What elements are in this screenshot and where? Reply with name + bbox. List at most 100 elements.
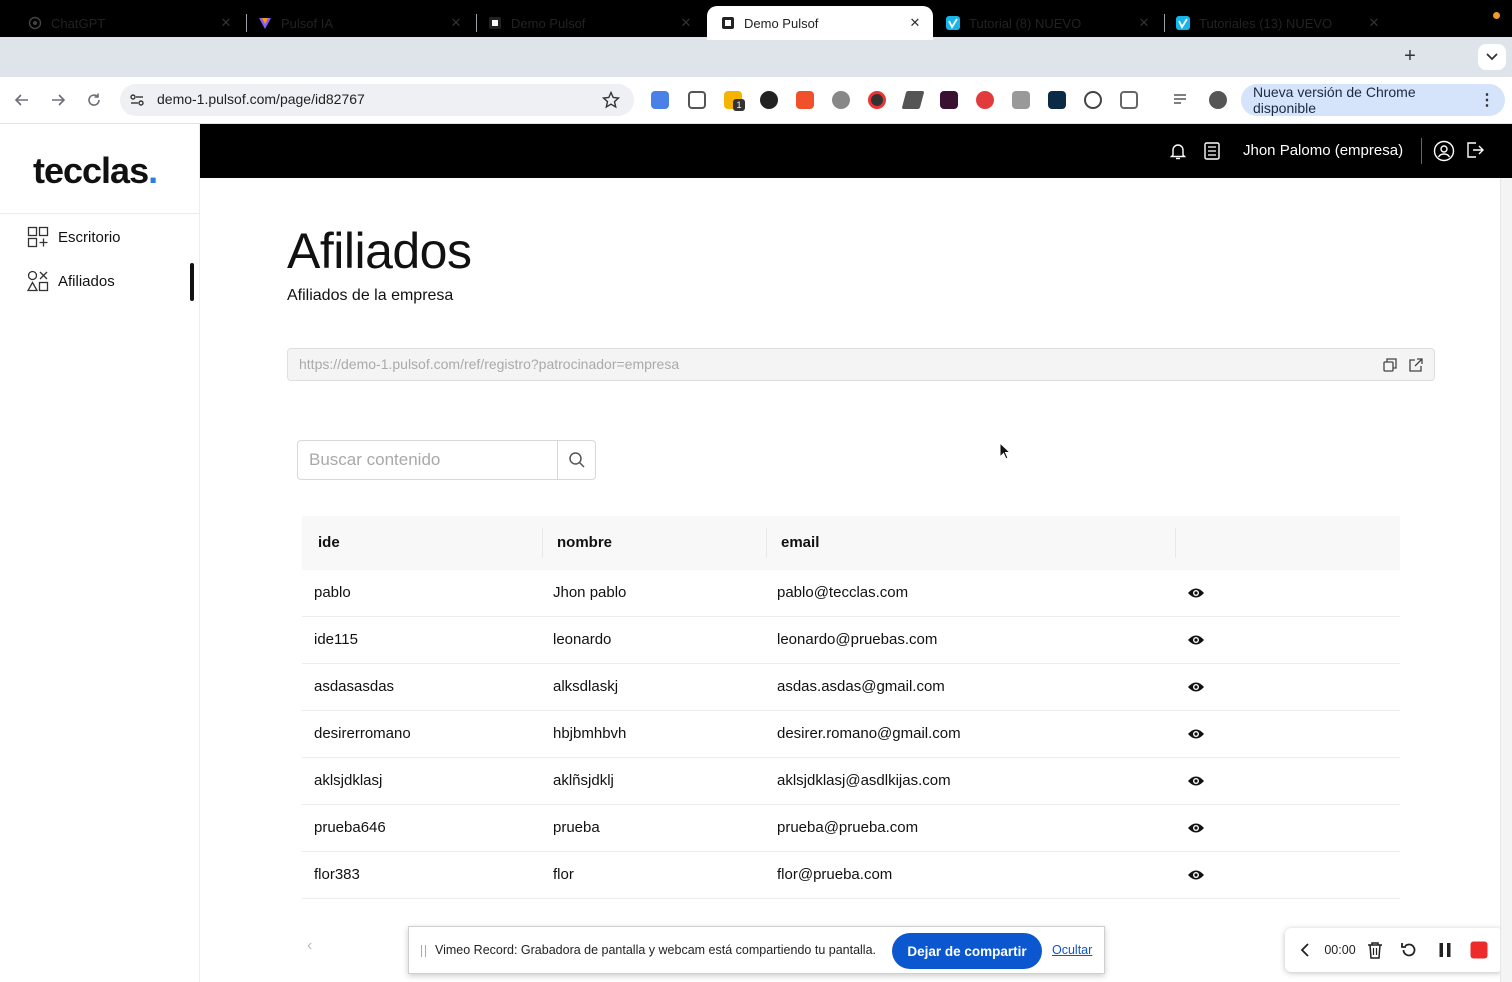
eye-icon[interactable] xyxy=(1187,632,1205,648)
eye-icon[interactable] xyxy=(1187,726,1205,742)
user-circle-icon[interactable] xyxy=(1433,140,1455,162)
drag-handle-icon[interactable] xyxy=(421,945,426,957)
cell-ide: prueba646 xyxy=(314,819,386,836)
recorder-controls: 00:00 xyxy=(1285,928,1503,972)
pulsof-icon xyxy=(721,16,735,30)
eye-icon[interactable] xyxy=(1187,585,1205,601)
referral-link-field[interactable]: https://demo-1.pulsof.com/ref/registro?p… xyxy=(287,348,1435,381)
column-separator xyxy=(1175,528,1176,558)
table-row: pablo Jhon pablo pablo@tecclas.com xyxy=(302,570,1400,617)
eye-icon[interactable] xyxy=(1187,820,1205,836)
new-tab-button[interactable]: + xyxy=(1400,45,1420,67)
dark-app-extension-icon[interactable] xyxy=(940,91,958,109)
tab-label: Demo Pulsof xyxy=(744,15,819,31)
shapes-icon xyxy=(26,270,49,292)
sidebar-item-escritorio[interactable]: Escritorio xyxy=(27,225,121,249)
column-separator xyxy=(766,528,767,558)
close-icon[interactable]: ✕ xyxy=(218,15,234,31)
flame-extension-icon[interactable] xyxy=(760,91,778,109)
cell-email: aklsjdklasj@asdlkijas.com xyxy=(777,772,951,789)
tab-label: Demo Pulsof xyxy=(511,15,586,31)
translate-extension-icon[interactable] xyxy=(651,91,669,109)
column-header-email[interactable]: email xyxy=(781,534,819,551)
column-header-nombre[interactable]: nombre xyxy=(557,534,612,551)
pulsof-icon xyxy=(488,16,502,30)
chrome-update-button[interactable]: Nueva versión de Chrome disponible ⋮ xyxy=(1241,84,1505,116)
copy-icon[interactable] xyxy=(1382,357,1398,373)
sidebar-item-afiliados[interactable]: Afiliados xyxy=(26,269,115,293)
reading-list-icon[interactable] xyxy=(1172,91,1190,109)
eye-icon[interactable] xyxy=(1187,773,1205,789)
reload-button[interactable] xyxy=(83,89,105,111)
tab-tutoriales-13[interactable]: Tutoriales (13) NUEVO ✕ xyxy=(1162,6,1392,40)
layout-extension-icon[interactable] xyxy=(1012,91,1030,109)
tab-chatgpt[interactable]: ChatGPT ✕ xyxy=(14,6,244,40)
tab-strip xyxy=(0,37,1512,77)
page-title: Afiliados xyxy=(287,223,472,279)
cell-email: flor@prueba.com xyxy=(777,866,893,883)
close-icon[interactable]: ✕ xyxy=(448,15,464,31)
close-icon[interactable]: ✕ xyxy=(907,15,923,31)
restart-icon[interactable] xyxy=(1399,940,1419,960)
react-extension-icon[interactable] xyxy=(1048,91,1066,109)
search-button[interactable] xyxy=(557,441,596,479)
more-menu-icon[interactable]: ⋮ xyxy=(1479,90,1495,110)
profile-avatar-icon[interactable] xyxy=(1209,91,1227,109)
external-link-icon[interactable] xyxy=(1408,357,1424,373)
bookmark-star-icon[interactable] xyxy=(601,90,621,109)
forward-button[interactable] xyxy=(47,89,69,111)
code-extension-icon[interactable] xyxy=(688,91,706,109)
document-list-icon[interactable] xyxy=(1202,141,1222,161)
puzzle-extensions-icon[interactable] xyxy=(1120,91,1138,109)
office-extension-icon[interactable] xyxy=(796,91,814,109)
trash-icon[interactable] xyxy=(1365,940,1385,960)
collapse-chevron-icon[interactable] xyxy=(1297,940,1313,960)
address-url: demo-1.pulsof.com/page/id82767 xyxy=(157,91,365,107)
eye-icon[interactable] xyxy=(1187,867,1205,883)
page-scrollbar[interactable] xyxy=(1500,178,1512,982)
cell-email: pablo@tecclas.com xyxy=(777,584,909,601)
cell-nombre: Jhon pablo xyxy=(553,584,627,601)
column-header-ide[interactable]: ide xyxy=(318,534,340,551)
cell-ide: ide115 xyxy=(314,631,358,648)
stop-sharing-button[interactable]: Dejar de compartir xyxy=(892,933,1042,969)
stack-extension-icon[interactable] xyxy=(832,91,850,109)
record-extension-icon[interactable] xyxy=(868,91,886,109)
cell-nombre: prueba xyxy=(553,819,600,836)
cell-ide: aklsjdklasj xyxy=(314,772,383,789)
red-extension-icon[interactable] xyxy=(976,91,994,109)
close-icon[interactable]: ✕ xyxy=(1366,15,1382,31)
search-icon xyxy=(569,452,585,468)
close-icon[interactable]: ✕ xyxy=(1136,15,1152,31)
tab-demo-pulsof-active[interactable]: Demo Pulsof ✕ xyxy=(707,6,933,40)
hide-share-bar-link[interactable]: Ocultar xyxy=(1052,943,1092,957)
bell-icon[interactable] xyxy=(1168,141,1188,161)
search-input[interactable] xyxy=(298,441,557,479)
user-name[interactable]: Jhon Palomo (empresa) xyxy=(1243,142,1403,159)
table-row: asdasasdas alksdlaskj asdas.asdas@gmail.… xyxy=(302,664,1400,711)
tab-pulsof-ia[interactable]: Pulsof IA ✕ xyxy=(244,6,474,40)
pause-icon[interactable] xyxy=(1435,940,1455,960)
chrome-update-label: Nueva versión de Chrome disponible xyxy=(1253,84,1416,116)
timer-extension-icon[interactable] xyxy=(1084,91,1102,109)
chatgpt-icon xyxy=(28,16,42,30)
site-settings-icon[interactable] xyxy=(129,92,145,108)
column-separator xyxy=(542,528,543,558)
tab-search-button[interactable] xyxy=(1478,44,1506,70)
tecclas-logo[interactable]: tecclas. xyxy=(33,150,158,192)
sidebar-item-label: Escritorio xyxy=(58,228,121,246)
cell-ide: flor383 xyxy=(314,866,360,883)
arrow-left-icon xyxy=(14,94,28,106)
tab-demo-pulsof[interactable]: Demo Pulsof ✕ xyxy=(474,6,704,40)
tab-tutorial-8[interactable]: Tutorial (8) NUEVO ✕ xyxy=(932,6,1162,40)
folder-extension-icon[interactable]: 1 xyxy=(724,91,745,111)
recording-timer: 00:00 xyxy=(1324,943,1356,957)
pagination-prev-button[interactable]: ‹ xyxy=(307,937,312,955)
close-icon[interactable]: ✕ xyxy=(678,15,694,31)
eye-icon[interactable] xyxy=(1187,679,1205,695)
logout-icon[interactable] xyxy=(1465,140,1485,160)
cell-nombre: hbjbmhbvh xyxy=(553,725,627,742)
cell-email: leonardo@pruebas.com xyxy=(777,631,938,648)
back-button[interactable] xyxy=(11,89,33,111)
stop-recording-icon[interactable] xyxy=(1469,940,1489,960)
